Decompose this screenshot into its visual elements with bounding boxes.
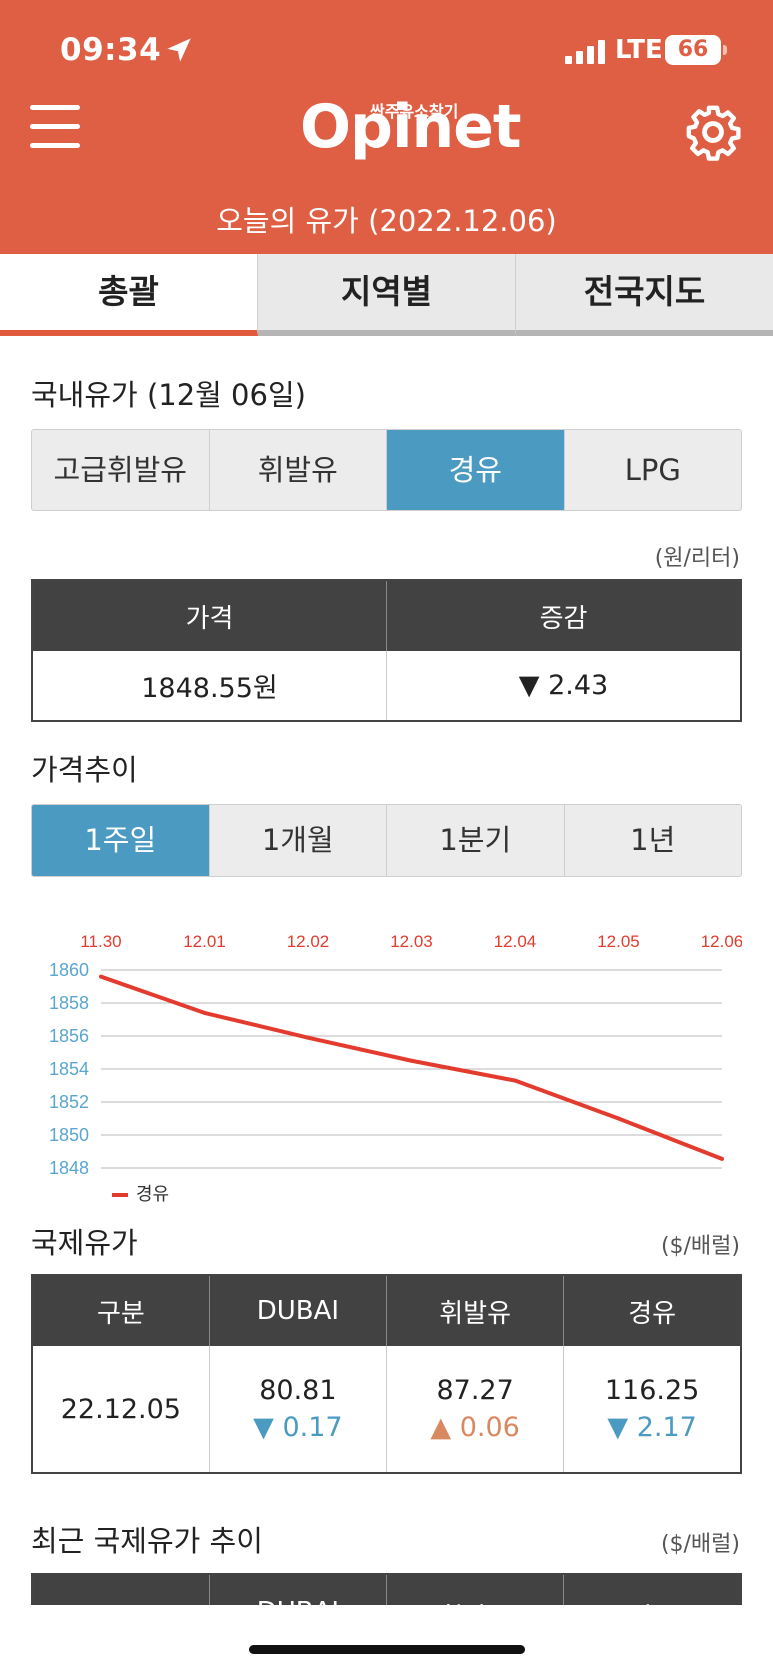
domestic-change-value: ▼ 2.43	[518, 670, 609, 701]
data-point	[202, 1010, 207, 1015]
opinet-logo: Opinet 싼주유소찾기	[300, 92, 522, 167]
period-tab-1week[interactable]: 1주일	[32, 805, 210, 876]
period-selector: 1주일 1개월 1분기 1년	[31, 804, 742, 877]
data-point	[513, 1078, 517, 1083]
legend-swatch	[112, 1193, 128, 1197]
header-price: 가격	[32, 580, 387, 651]
x-tick-label: 12.01	[183, 932, 226, 951]
today-price-title: 오늘의 유가 (2022.12.06)	[216, 204, 557, 238]
intl-gasoline-value: 87.27	[436, 1375, 514, 1406]
logo-subtitle: 싼주유소찾기	[370, 102, 459, 121]
data-point	[616, 1116, 621, 1121]
header-dubai: DUBAI	[209, 1275, 388, 1346]
y-tick-label: 1860	[49, 960, 89, 980]
recent-header-diesel: 경유	[563, 1574, 741, 1605]
x-tick-label: 12.04	[494, 932, 537, 951]
tab-summary[interactable]: 총괄	[0, 254, 258, 336]
recent-header-dubai: DUBAI	[209, 1574, 388, 1605]
y-tick-label: 1852	[49, 1092, 89, 1112]
intl-gasoline-change: ▲ 0.06	[430, 1412, 520, 1443]
network-label: LTE	[615, 35, 663, 65]
fuel-tab-lpg[interactable]: LPG	[565, 430, 742, 510]
y-tick-label: 1856	[49, 1026, 89, 1046]
recent-international-table: 구분 DUBAI 휘발유 경유	[31, 1573, 742, 1605]
location-arrow-icon	[167, 38, 191, 62]
y-tick-label: 1850	[49, 1125, 89, 1145]
international-price-table: 구분 DUBAI 휘발유 경유 22.12.05 80.81 ▼ 0.17 87…	[31, 1274, 742, 1474]
recent-international-title: 최근 국제유가 추이	[31, 1524, 263, 1558]
recent-header-category: 구분	[32, 1574, 210, 1605]
x-tick-label: 12.02	[287, 932, 330, 951]
domestic-price-title: 국내유가 (12월 06일)	[31, 378, 306, 412]
international-price-title: 국제유가	[31, 1226, 138, 1260]
data-point	[720, 1156, 724, 1161]
domestic-price-table: 가격 증감 1848.55원 ▼ 2.43	[31, 579, 742, 722]
recent-header-gasoline: 휘발유	[386, 1574, 565, 1605]
x-tick-label: 12.05	[597, 932, 640, 951]
header-diesel: 경유	[563, 1275, 741, 1346]
y-tick-label: 1858	[49, 993, 89, 1013]
fuel-tab-gasoline[interactable]: 휘발유	[210, 430, 387, 510]
battery-icon: 66	[665, 35, 727, 65]
home-indicator[interactable]	[249, 1645, 525, 1654]
gear-icon[interactable]	[684, 103, 742, 161]
domestic-price-value: 1848.55원	[32, 651, 387, 721]
menu-icon[interactable]	[30, 105, 80, 151]
y-tick-label: 1854	[49, 1059, 89, 1079]
header-gasoline: 휘발유	[386, 1275, 565, 1346]
tab-national-map[interactable]: 전국지도	[516, 254, 773, 336]
intl-diesel-cell: 116.25 ▼ 2.17	[564, 1346, 741, 1473]
series-line-diesel	[100, 974, 723, 1161]
intl-dubai-cell: 80.81 ▼ 0.17	[209, 1346, 388, 1473]
intl-dubai-change: ▼ 0.17	[253, 1412, 343, 1443]
domestic-unit: (원/리터)	[654, 546, 740, 571]
main-tab-bar: 총괄 지역별 전국지도	[0, 254, 773, 336]
international-unit: ($/배럴)	[660, 1234, 740, 1259]
period-tab-1year[interactable]: 1년	[565, 805, 742, 876]
intl-dubai-value: 80.81	[259, 1375, 337, 1406]
x-tick-label: 12.06	[701, 932, 742, 951]
intl-diesel-change: ▼ 2.17	[607, 1412, 697, 1443]
period-tab-1quarter[interactable]: 1분기	[387, 805, 565, 876]
app-header: 09:34 LTE 66 Opinet 싼주유소찾기 오늘의 유가 (2022.…	[0, 0, 773, 254]
data-point	[409, 1058, 414, 1063]
signal-icon	[565, 40, 605, 64]
recent-international-unit: ($/배럴)	[660, 1532, 740, 1557]
status-time: 09:34	[60, 32, 162, 68]
data-point	[99, 974, 103, 979]
y-tick-label: 1848	[49, 1158, 89, 1178]
period-tab-1month[interactable]: 1개월	[210, 805, 387, 876]
tab-region[interactable]: 지역별	[258, 254, 516, 336]
x-tick-label: 12.03	[390, 932, 433, 951]
x-tick-label: 11.30	[80, 932, 121, 951]
price-trend-title: 가격추이	[31, 753, 138, 787]
recent-table-clip: 구분 DUBAI 휘발유 경유	[31, 1573, 742, 1605]
intl-diesel-value: 116.25	[604, 1375, 700, 1406]
fuel-tab-premium-gasoline[interactable]: 고급휘발유	[32, 430, 210, 510]
chart-legend: 경유	[112, 1180, 169, 1206]
intl-gasoline-cell: 87.27 ▲ 0.06	[386, 1346, 565, 1473]
header-change: 증감	[386, 580, 741, 651]
status-bar: 09:34 LTE 66	[0, 0, 773, 100]
data-point	[306, 1035, 310, 1040]
legend-label-diesel: 경유	[136, 1184, 170, 1205]
fuel-tab-diesel[interactable]: 경유	[387, 430, 565, 510]
price-trend-chart: 11.30 12.01 12.02 12.03 12.04 12.05 12.06 1860 1…	[49, 932, 742, 1178]
fuel-type-selector: 고급휘발유 휘발유 경유 LPG	[31, 429, 742, 511]
intl-date: 22.12.05	[32, 1346, 210, 1473]
header-category: 구분	[32, 1275, 210, 1346]
